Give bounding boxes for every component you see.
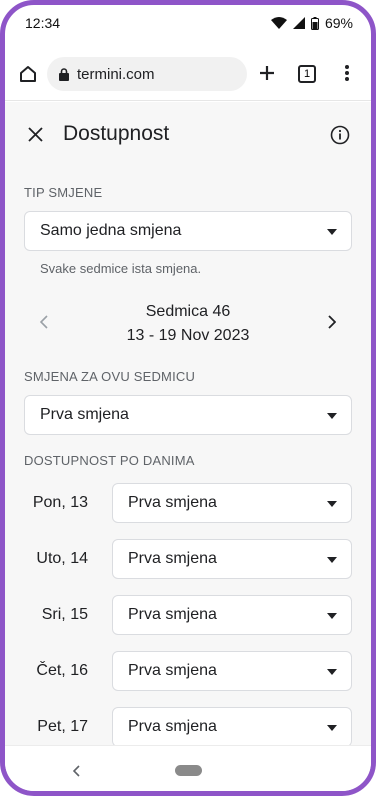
battery-icon — [310, 16, 319, 30]
lock-icon — [59, 67, 69, 81]
week-shift-label: SMJENA ZA OVU SEDMICU — [24, 369, 196, 384]
day-shift-value: Prva smjena — [128, 550, 217, 567]
home-gesture-pill[interactable] — [175, 765, 202, 776]
signal-icon — [292, 17, 305, 29]
page-title: Dostupnost — [63, 122, 170, 145]
shift-type-label: TIP SMJENE — [24, 185, 103, 200]
tab-switcher-button[interactable]: 1 — [298, 65, 316, 83]
status-time: 12:34 — [25, 15, 61, 31]
day-shift-select[interactable]: Prva smjena — [112, 539, 352, 579]
wifi-icon — [270, 17, 287, 29]
day-label: Pet, 17 — [37, 718, 88, 735]
close-icon[interactable] — [28, 127, 43, 147]
day-label: Uto, 14 — [36, 550, 88, 567]
device-frame: 12:34 69% termini.com 1 Dostupnost TIP S… — [0, 0, 376, 796]
days-availability-label: DOSTUPNOST PO DANIMA — [24, 453, 195, 468]
chevron-down-icon — [327, 413, 337, 419]
back-icon[interactable] — [72, 764, 81, 782]
browser-toolbar: termini.com 1 — [5, 45, 371, 101]
chevron-down-icon — [327, 613, 337, 619]
day-shift-select[interactable]: Prva smjena — [112, 595, 352, 635]
status-bar: 12:34 69% — [5, 5, 371, 41]
system-nav-bar — [5, 745, 371, 791]
page-header: Dostupnost — [5, 102, 371, 170]
day-label: Sri, 15 — [41, 606, 88, 623]
day-shift-value: Prva smjena — [128, 662, 217, 679]
address-bar[interactable]: termini.com — [47, 57, 247, 91]
url-text: termini.com — [77, 65, 155, 83]
battery-percent: 69% — [324, 15, 353, 31]
week-range: 13 - 19 Nov 2023 — [126, 327, 250, 344]
week-name: Sedmica 46 — [145, 303, 231, 320]
shift-type-value: Samo jedna smjena — [40, 222, 182, 239]
chevron-down-icon — [327, 229, 337, 235]
day-shift-value: Prva smjena — [128, 606, 217, 623]
tab-count: 1 — [303, 68, 311, 80]
day-shift-select[interactable]: Prva smjena — [112, 483, 352, 523]
chevron-down-icon — [327, 501, 337, 507]
day-shift-select[interactable]: Prva smjena — [112, 651, 352, 691]
week-selector: Sedmica 46 13 - 19 Nov 2023 — [5, 300, 371, 348]
day-shift-select[interactable]: Prva smjena — [112, 707, 352, 745]
status-icons: 69% — [270, 15, 353, 31]
chevron-down-icon — [327, 725, 337, 731]
week-shift-value: Prva smjena — [40, 406, 129, 423]
info-icon[interactable] — [330, 125, 350, 150]
chevron-down-icon — [327, 669, 337, 675]
new-tab-icon[interactable] — [259, 65, 275, 81]
shift-type-select[interactable]: Samo jedna smjena — [24, 211, 352, 251]
page-content: Dostupnost TIP SMJENE Samo jedna smjena … — [5, 102, 371, 745]
day-shift-value: Prva smjena — [128, 718, 217, 735]
chevron-down-icon — [327, 557, 337, 563]
shift-type-helper: Svake sedmice ista smjena. — [40, 261, 202, 276]
week-shift-select[interactable]: Prva smjena — [24, 395, 352, 435]
next-week-icon[interactable] — [328, 315, 337, 334]
day-label: Čet, 16 — [36, 662, 88, 679]
day-label: Pon, 13 — [32, 494, 88, 511]
more-options-icon[interactable] — [345, 65, 349, 81]
day-shift-value: Prva smjena — [128, 494, 217, 511]
home-icon[interactable] — [19, 65, 37, 83]
